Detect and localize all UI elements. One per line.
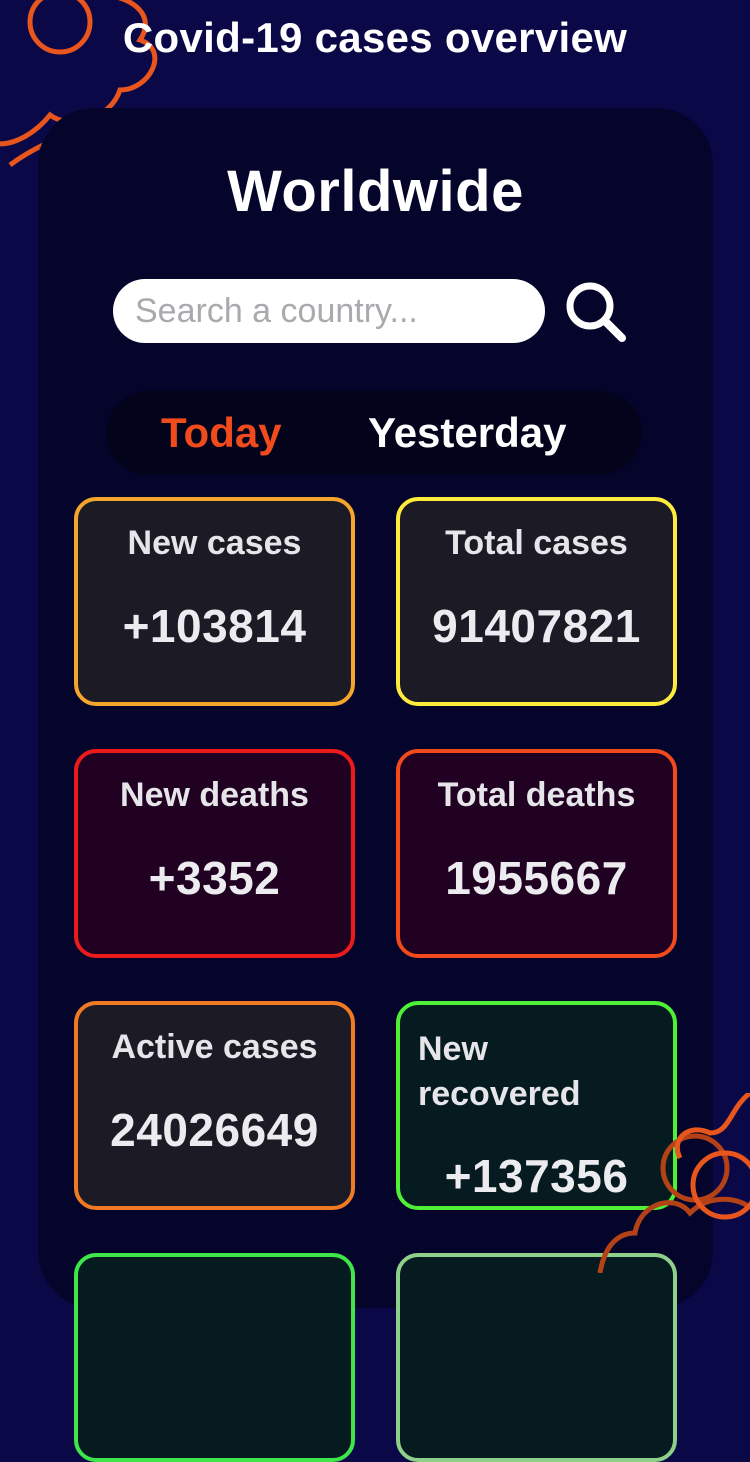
card-value: 24026649 [110,1104,319,1156]
card-value: 1955667 [445,852,628,904]
new-cases-card: New cases +103814 [74,497,355,706]
country-search-input[interactable] [113,279,545,343]
region-title: Worldwide [227,159,524,224]
worldwide-panel: Worldwide Today Yesterday New cases +103… [38,108,713,1462]
card-label: Total cases [445,524,628,562]
new-deaths-card: New deaths +3352 [74,749,355,958]
card-label: Total deaths [437,776,636,814]
stat-card [74,1253,355,1462]
new-recovered-card: New recovered +137356 [396,1001,677,1210]
card-value: +103814 [122,600,307,652]
search-button[interactable] [562,278,630,346]
total-cases-card: Total cases 91407821 [396,497,677,706]
active-cases-card: Active cases 24026649 [74,1001,355,1210]
card-label: New deaths [120,776,309,814]
total-deaths-card: Total deaths 1955667 [396,749,677,958]
day-toggle: Today Yesterday [106,391,642,475]
card-value: 91407821 [432,600,641,652]
stat-card [396,1253,677,1462]
card-value: +3352 [148,852,281,904]
card-label: New recovered [418,1030,581,1113]
card-value: +137356 [444,1150,629,1202]
tab-today[interactable]: Today [161,391,282,475]
card-label: Active cases [111,1028,318,1066]
tab-yesterday[interactable]: Yesterday [368,391,566,475]
search-icon [566,282,626,342]
app-title: Covid-19 cases overview [122,14,628,61]
card-label: New cases [127,524,302,562]
